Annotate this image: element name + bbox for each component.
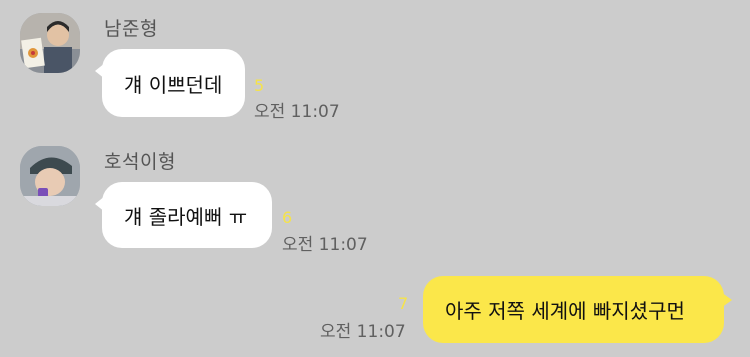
sender-name: 남준형 bbox=[104, 18, 158, 40]
message-time: 오전 11:07 bbox=[254, 102, 340, 122]
unread-count: 5 bbox=[254, 76, 265, 95]
unread-count: 7 bbox=[398, 294, 409, 313]
unread-count: 6 bbox=[282, 208, 293, 227]
profile-photo-person-holding-book bbox=[20, 13, 80, 73]
message-text: 걔 이쁘던데 bbox=[124, 72, 223, 97]
avatar-namjun[interactable] bbox=[20, 13, 80, 73]
message-bubble[interactable]: 걔 졸라예뻐 ㅠ bbox=[95, 182, 272, 248]
message-text: 걔 졸라예뻐 ㅠ bbox=[124, 204, 248, 229]
avatar-hoseok[interactable] bbox=[20, 146, 80, 206]
message-text: 아주 저쪽 세계에 빠지셨구먼 bbox=[445, 299, 685, 323]
profile-photo-person-beanie bbox=[20, 146, 80, 206]
message-time: 오전 11:07 bbox=[282, 235, 368, 255]
message-bubble[interactable]: 걔 이쁘던데 bbox=[95, 49, 245, 117]
sender-name: 호석이형 bbox=[104, 151, 176, 173]
message-time: 오전 11:07 bbox=[320, 322, 406, 342]
my-message-bubble[interactable]: 아주 저쪽 세계에 빠지셨구먼 bbox=[423, 276, 732, 343]
